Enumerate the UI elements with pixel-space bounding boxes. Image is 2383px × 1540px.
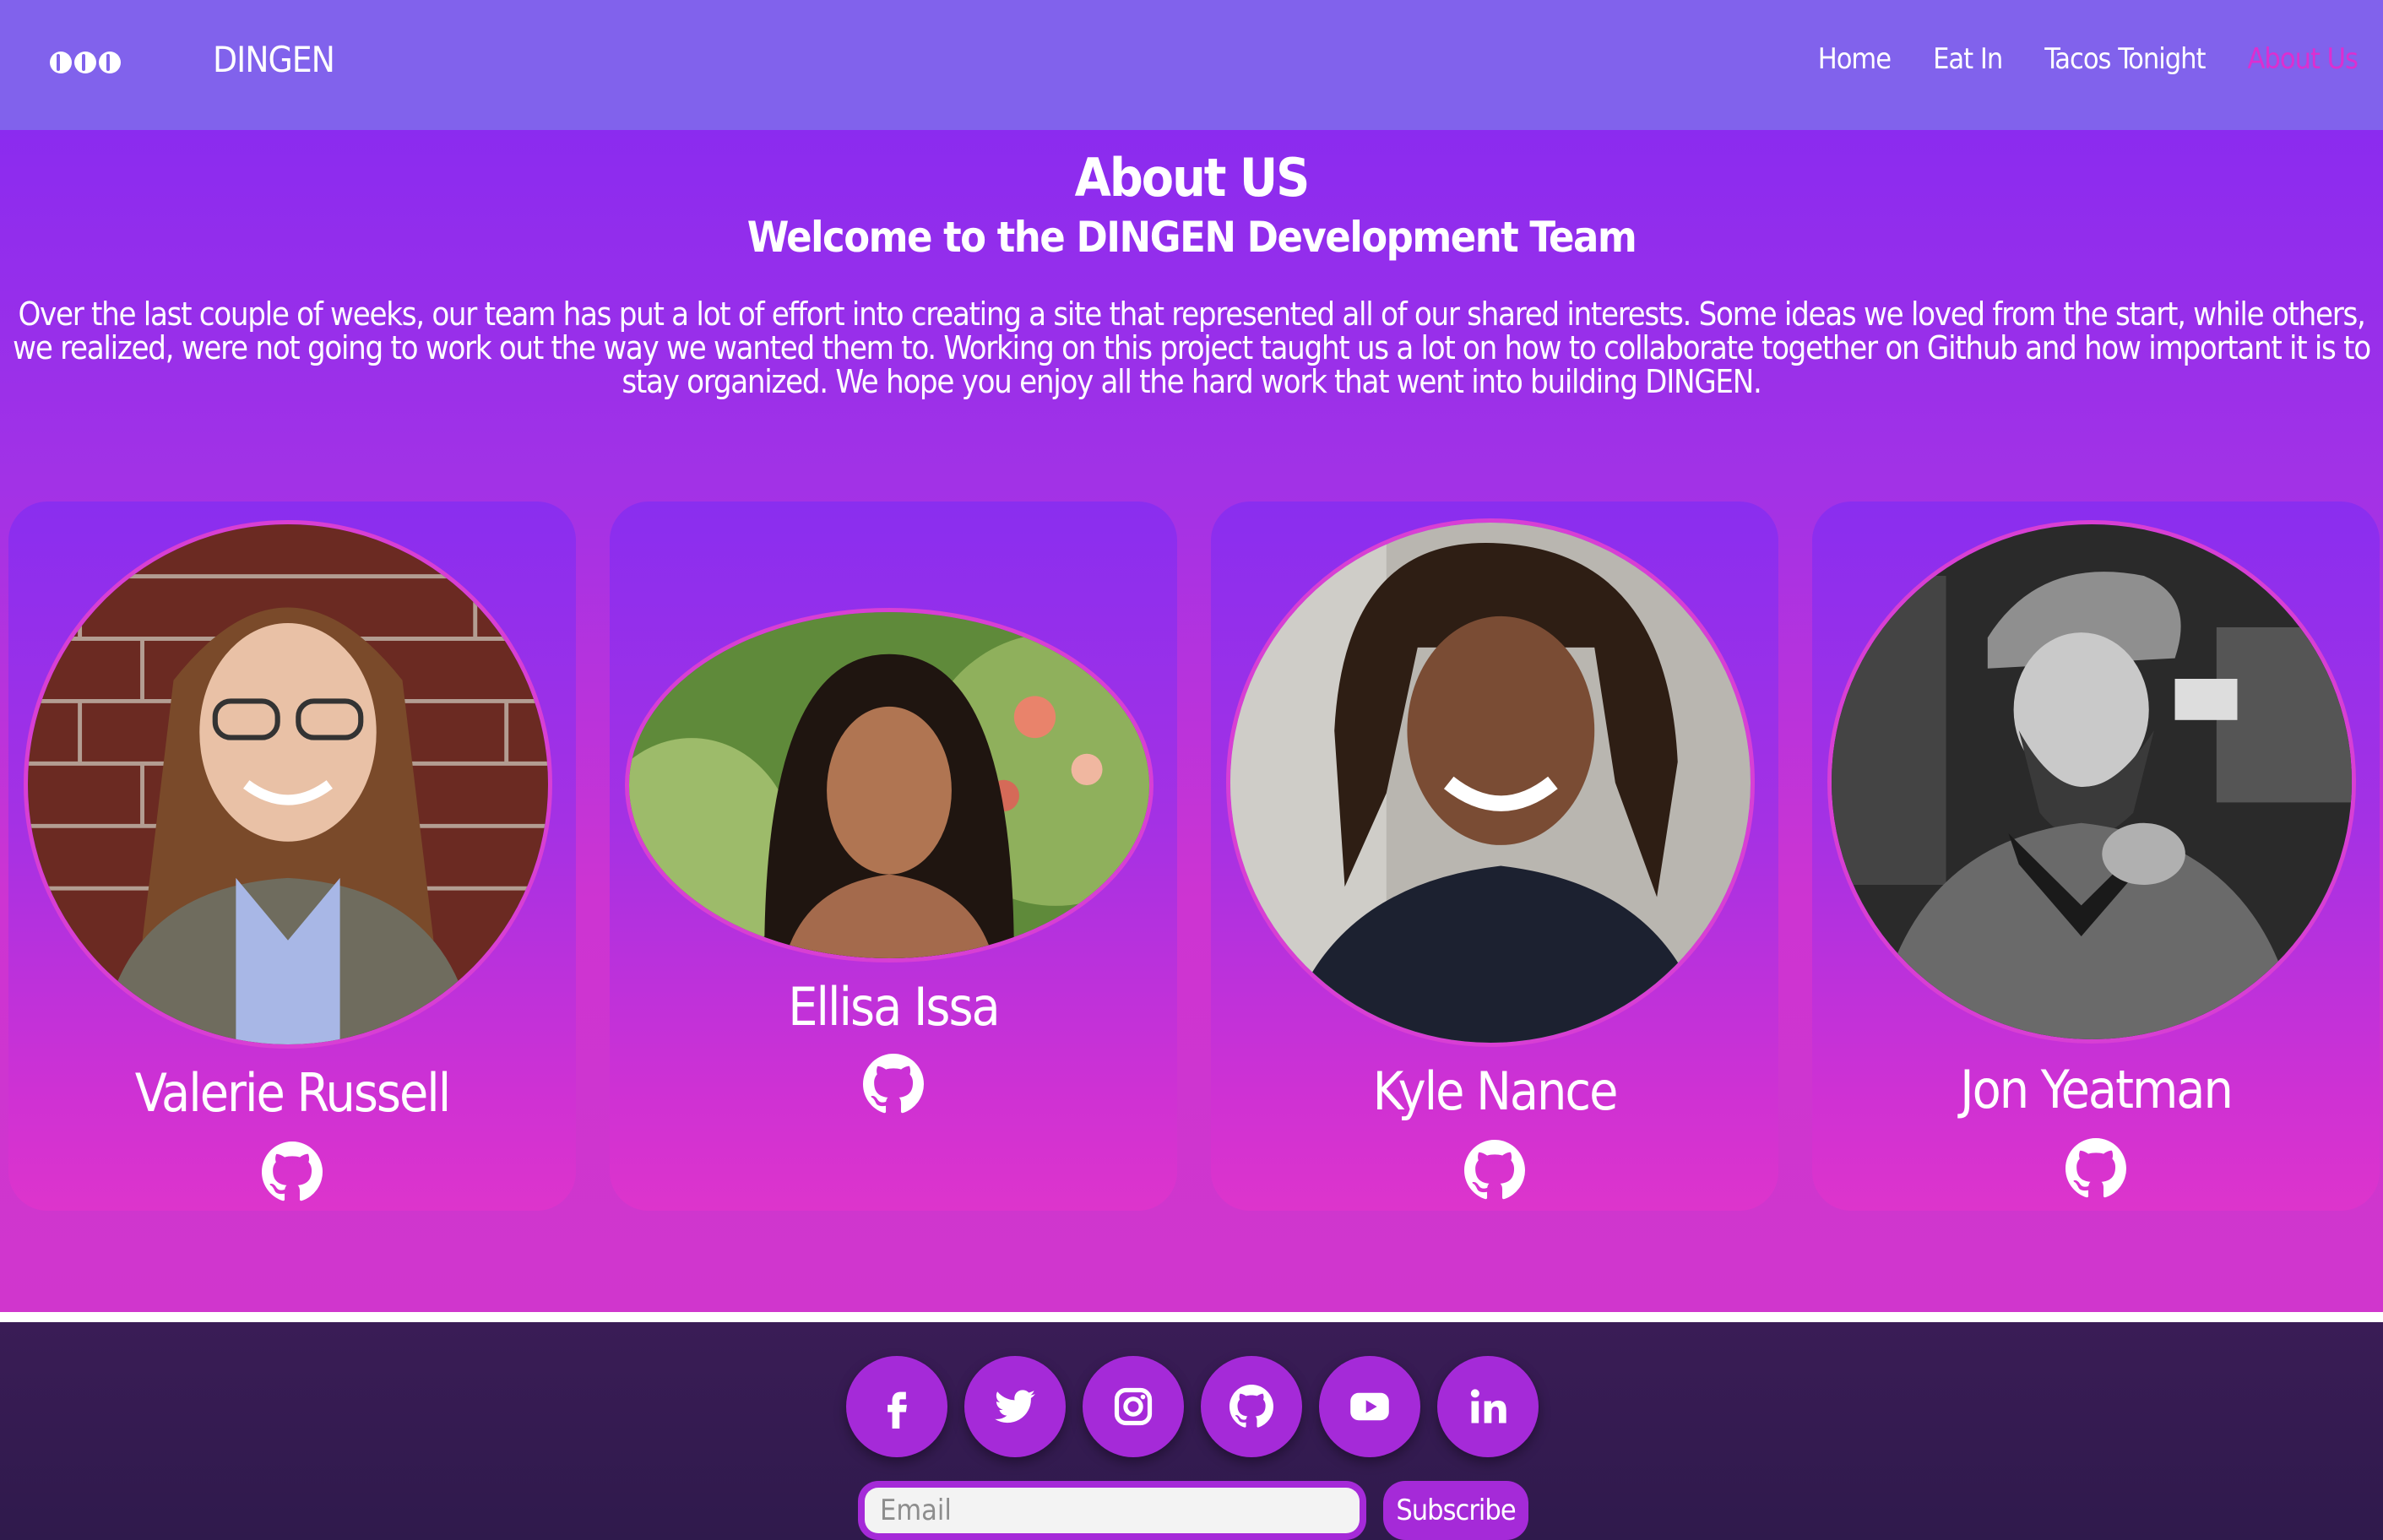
twitter-icon [995, 1390, 1035, 1423]
youtube-button[interactable] [1319, 1356, 1420, 1457]
facebook-button[interactable] [846, 1356, 947, 1457]
brand-name[interactable]: DINGEN [213, 39, 335, 80]
facebook-icon [888, 1391, 907, 1429]
nav-link-home[interactable]: Home [1818, 42, 1892, 76]
team-cards: Valerie Russell Ellisa Issa Kyle Nance J… [0, 502, 2383, 1217]
nav-link-about-us[interactable]: About Us [2248, 42, 2359, 76]
navbar: DINGEN Home Eat In Tacos Tonight About U… [0, 0, 2383, 130]
linkedin-button[interactable] [1437, 1356, 1539, 1457]
github-icon [1229, 1385, 1273, 1428]
github-icon[interactable] [1464, 1140, 1525, 1201]
member-photo [625, 608, 1154, 962]
social-links [846, 1356, 1539, 1457]
team-card: Ellisa Issa [610, 502, 1177, 1211]
team-card: Kyle Nance [1211, 502, 1778, 1211]
section-divider [0, 1312, 2383, 1322]
about-section: About US Welcome to the DINGEN Developme… [0, 130, 2383, 1312]
member-name: Valerie Russell [134, 1062, 452, 1124]
youtube-icon [1350, 1392, 1389, 1421]
nav-links: Home Eat In Tacos Tonight About Us [1818, 42, 2359, 76]
member-photo [1827, 520, 2356, 1044]
github-icon[interactable] [863, 1054, 924, 1114]
member-photo [24, 520, 552, 1049]
email-field-wrapper [858, 1481, 1366, 1540]
nav-link-tacos-tonight[interactable]: Tacos Tonight [2044, 42, 2206, 76]
github-icon[interactable] [262, 1141, 323, 1202]
member-name: Ellisa Issa [788, 976, 1000, 1038]
intro-paragraph: Over the last couple of weeks, our team … [13, 296, 2371, 400]
member-name: Kyle Nance [1372, 1060, 1619, 1122]
page: DINGEN Home Eat In Tacos Tonight About U… [0, 0, 2383, 1540]
member-name: Jon Yeatman [1960, 1059, 2234, 1120]
logo-icon[interactable] [49, 47, 122, 78]
team-card: Valerie Russell [8, 502, 576, 1211]
subscribe-button[interactable]: Subscribe [1383, 1481, 1528, 1540]
github-icon[interactable] [2065, 1138, 2126, 1199]
page-title: About US [1074, 147, 1311, 209]
team-card: Jon Yeatman [1812, 502, 2380, 1211]
linkedin-icon [1470, 1389, 1506, 1423]
github-button[interactable] [1201, 1356, 1302, 1457]
instagram-icon [1114, 1387, 1153, 1426]
nav-link-eat-in[interactable]: Eat In [1933, 42, 2003, 76]
page-subtitle: Welcome to the DINGEN Development Team [746, 213, 1637, 262]
instagram-button[interactable] [1083, 1356, 1184, 1457]
email-field[interactable] [865, 1488, 1360, 1533]
footer: Subscribe [0, 1322, 2383, 1540]
twitter-button[interactable] [964, 1356, 1066, 1457]
member-photo [1226, 518, 1755, 1047]
